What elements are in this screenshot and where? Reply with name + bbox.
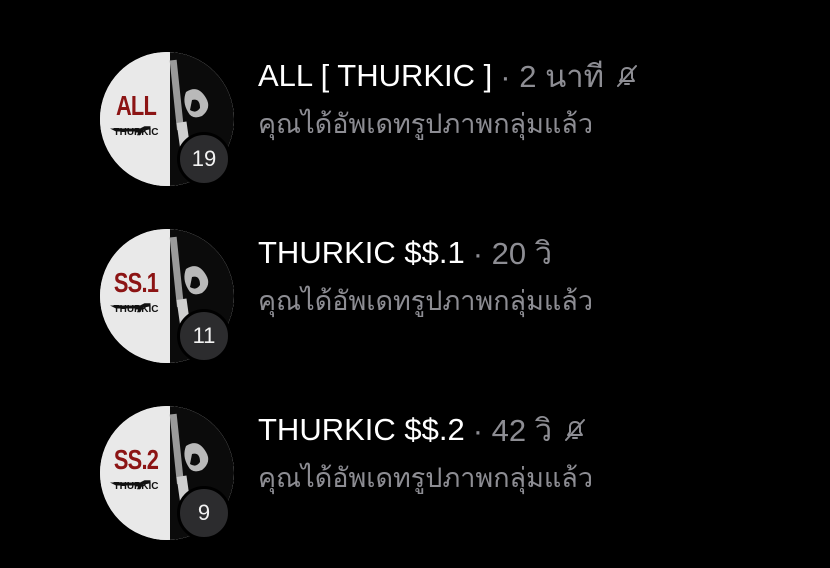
chat-preview: คุณได้อัพเดทรูปภาพกลุ่มแล้ว (258, 463, 593, 494)
chat-timestamp: · 2 นาที (500, 59, 605, 94)
avatar-subtitle-text: THURKIC (113, 481, 159, 492)
avatar-subtitle-text: THURKIC (113, 127, 159, 138)
chat-preview: คุณได้อัพเดทรูปภาพกลุ่มแล้ว (258, 286, 593, 317)
group-avatar: ALL THURKIC 19 (100, 52, 236, 188)
bell-slash-icon (617, 65, 638, 87)
unread-badge: 9 (177, 486, 231, 540)
chat-list-item[interactable]: SS.2 THURKIC 9 THURKIC $$.2 · 42 วิ คุณไ… (0, 406, 830, 566)
chat-title: THURKIC $$.2 (258, 412, 465, 447)
avatar-title-text: SS.2 (113, 444, 159, 475)
unread-badge: 11 (177, 309, 231, 363)
chat-timestamp: · 20 วิ (472, 236, 553, 271)
chat-header: THURKIC $$.2 · 42 วิ (258, 410, 588, 450)
chat-title: THURKIC $$.1 (258, 235, 465, 270)
unread-badge: 19 (177, 132, 231, 186)
chat-title: ALL [ THURKIC ] (258, 58, 493, 93)
chat-header: ALL [ THURKIC ] · 2 นาที (258, 56, 640, 96)
chat-preview: คุณได้อัพเดทรูปภาพกลุ่มแล้ว (258, 109, 593, 140)
group-avatar: SS.1 THURKIC 11 (100, 229, 236, 365)
chat-list-item[interactable]: SS.1 THURKIC 11 THURKIC $$.1 · 20 วิ คุณ… (0, 229, 830, 389)
avatar-title-text: ALL (115, 90, 157, 121)
chat-header: THURKIC $$.1 · 20 วิ (258, 233, 552, 273)
bell-slash-icon (565, 419, 586, 441)
chat-timestamp: · 42 วิ (472, 413, 553, 448)
group-avatar: SS.2 THURKIC 9 (100, 406, 236, 542)
avatar-title-text: SS.1 (113, 267, 159, 298)
chat-list-item[interactable]: ALL THURKIC 19 ALL [ THURKIC ] · 2 นาที … (0, 52, 830, 212)
avatar-subtitle-text: THURKIC (113, 304, 159, 315)
